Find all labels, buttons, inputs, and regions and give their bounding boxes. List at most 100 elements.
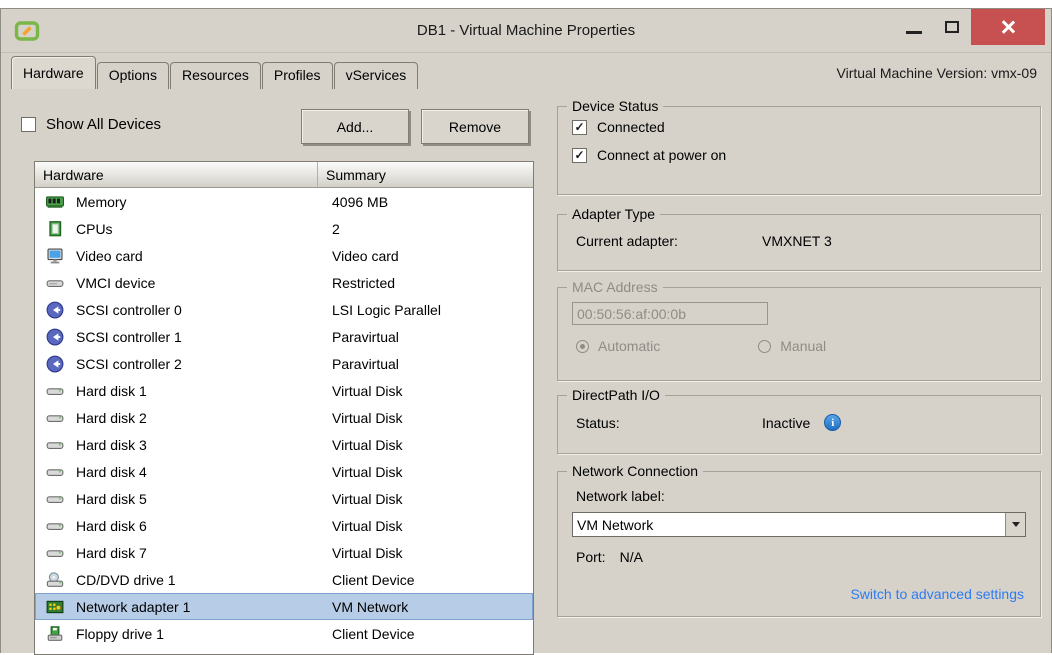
table-row[interactable]: Hard disk 2Virtual Disk: [35, 404, 533, 431]
device-summary: 4096 MB: [332, 194, 533, 210]
device-name: SCSI controller 1: [76, 329, 332, 345]
table-row[interactable]: SCSI controller 2Paravirtual: [35, 350, 533, 377]
table-row[interactable]: SCSI controller 0LSI Logic Parallel: [35, 296, 533, 323]
current-adapter-value: VMXNET 3: [762, 233, 832, 249]
info-icon[interactable]: i: [824, 414, 841, 431]
minimize-icon: [906, 31, 922, 34]
maximize-icon: [945, 21, 959, 33]
device-summary: Virtual Disk: [332, 464, 533, 480]
video-card-icon: [46, 247, 66, 265]
tab-profiles[interactable]: Profiles: [262, 62, 333, 89]
memory-icon: [46, 193, 66, 211]
mac-address-field: 00:50:56:af:00:0b: [572, 302, 768, 325]
manual-label: Manual: [780, 338, 826, 354]
table-row[interactable]: Hard disk 6Virtual Disk: [35, 512, 533, 539]
vmci-device-icon: [46, 274, 66, 292]
remove-button[interactable]: Remove: [421, 109, 529, 144]
device-name: Hard disk 6: [76, 518, 332, 534]
connect-at-power-on-label: Connect at power on: [597, 147, 726, 163]
table-row[interactable]: SCSI controller 1Paravirtual: [35, 323, 533, 350]
device-name: Video card: [76, 248, 332, 264]
table-row[interactable]: Floppy drive 1Client Device: [35, 620, 533, 647]
current-adapter-label: Current adapter:: [576, 233, 762, 249]
add-button[interactable]: Add...: [301, 109, 409, 144]
table-row[interactable]: CD/DVD drive 1Client Device: [35, 566, 533, 593]
table-row[interactable]: Memory4096 MB: [35, 188, 533, 215]
port-value: N/A: [620, 549, 643, 565]
adapter-type-group: Adapter Type Current adapter: VMXNET 3: [557, 214, 1041, 271]
device-name: Memory: [76, 194, 332, 210]
show-all-devices-checkbox[interactable]: [21, 117, 36, 132]
tab-resources[interactable]: Resources: [170, 62, 261, 89]
table-row[interactable]: Network adapter 1VM Network: [35, 593, 533, 620]
scsi-controller-icon: [46, 355, 66, 373]
device-summary: Paravirtual: [332, 329, 533, 345]
device-name: SCSI controller 2: [76, 356, 332, 372]
device-summary: Virtual Disk: [332, 383, 533, 399]
device-name: CPUs: [76, 221, 332, 237]
title-bar[interactable]: DB1 - Virtual Machine Properties: [1, 9, 1051, 53]
dropdown-button[interactable]: [1005, 513, 1025, 536]
network-connection-title: Network Connection: [567, 463, 703, 479]
cpu-icon: [46, 220, 66, 238]
network-label-caption: Network label:: [576, 488, 1040, 504]
vm-properties-dialog: DB1 - Virtual Machine Properties Hardwar…: [0, 8, 1052, 653]
mac-address-title: MAC Address: [567, 279, 663, 295]
tab-vservices[interactable]: vServices: [334, 62, 419, 89]
tab-options[interactable]: Options: [97, 62, 169, 89]
hard-disk-icon: [46, 544, 66, 562]
device-summary: Client Device: [332, 572, 533, 588]
directpath-title: DirectPath I/O: [567, 387, 665, 403]
floppy-drive-icon: [46, 625, 66, 643]
switch-to-advanced-settings-link[interactable]: Switch to advanced settings: [850, 586, 1024, 602]
hard-disk-icon: [46, 382, 66, 400]
chevron-down-icon: [1012, 522, 1020, 527]
table-row[interactable]: Hard disk 1Virtual Disk: [35, 377, 533, 404]
device-summary: 2: [332, 221, 533, 237]
automatic-radio: [576, 340, 589, 353]
hardware-rows: Memory4096 MBCPUs2Video cardVideo cardVM…: [35, 188, 533, 647]
table-row[interactable]: CPUs2: [35, 215, 533, 242]
device-name: Hard disk 3: [76, 437, 332, 453]
close-button[interactable]: [971, 9, 1045, 45]
cd-dvd-drive-icon: [46, 571, 66, 589]
device-summary: Virtual Disk: [332, 545, 533, 561]
tab-strip: Hardware Options Resources Profiles vSer…: [1, 53, 1051, 89]
table-row[interactable]: Hard disk 4Virtual Disk: [35, 458, 533, 485]
device-summary: LSI Logic Parallel: [332, 302, 533, 318]
window-title: DB1 - Virtual Machine Properties: [1, 22, 1051, 39]
hardware-list-header: Hardware Summary: [35, 162, 533, 188]
device-summary: Client Device: [332, 626, 533, 642]
network-label-dropdown[interactable]: VM Network: [572, 512, 1026, 537]
connected-checkbox[interactable]: [572, 120, 587, 135]
table-row[interactable]: VMCI deviceRestricted: [35, 269, 533, 296]
minimize-button[interactable]: [895, 9, 933, 45]
hard-disk-icon: [46, 517, 66, 535]
column-header-summary[interactable]: Summary: [318, 167, 533, 183]
close-icon: [1000, 19, 1016, 35]
device-name: SCSI controller 0: [76, 302, 332, 318]
adapter-type-title: Adapter Type: [567, 206, 660, 222]
manual-radio: [758, 340, 771, 353]
table-row[interactable]: Hard disk 7Virtual Disk: [35, 539, 533, 566]
network-adapter-icon: [46, 598, 66, 616]
column-header-hardware[interactable]: Hardware: [35, 162, 318, 187]
scsi-controller-icon: [46, 328, 66, 346]
directpath-group: DirectPath I/O Status: Inactive i: [557, 395, 1041, 454]
tab-hardware[interactable]: Hardware: [11, 56, 96, 89]
scsi-controller-icon: [46, 301, 66, 319]
hard-disk-icon: [46, 409, 66, 427]
connected-label: Connected: [597, 119, 665, 135]
device-name: Hard disk 2: [76, 410, 332, 426]
device-status-group: Device Status Connected Connect at power…: [557, 106, 1041, 195]
vm-version-label: Virtual Machine Version: vmx-09: [837, 65, 1038, 81]
device-summary: Video card: [332, 248, 533, 264]
device-summary: Paravirtual: [332, 356, 533, 372]
mac-address-group: MAC Address 00:50:56:af:00:0b Automatic …: [557, 287, 1041, 381]
table-row[interactable]: Hard disk 3Virtual Disk: [35, 431, 533, 458]
table-row[interactable]: Hard disk 5Virtual Disk: [35, 485, 533, 512]
connect-at-power-on-checkbox[interactable]: [572, 148, 587, 163]
device-name: Network adapter 1: [76, 599, 332, 615]
maximize-button[interactable]: [933, 9, 971, 45]
table-row[interactable]: Video cardVideo card: [35, 242, 533, 269]
